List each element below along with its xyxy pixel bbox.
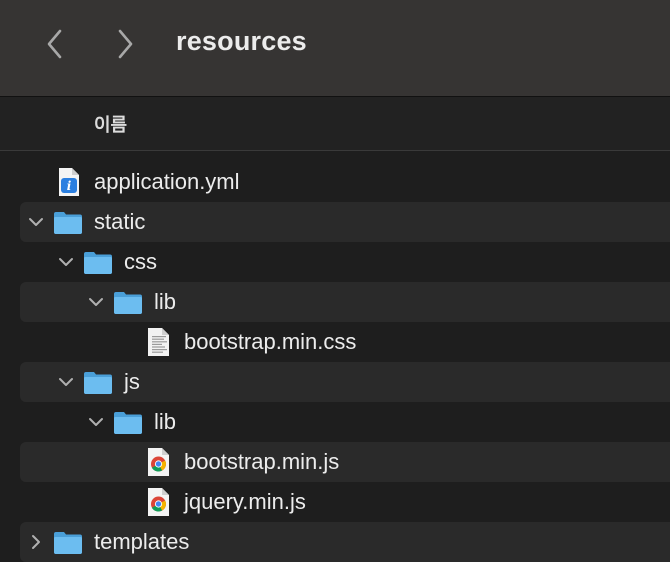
chevron-right-icon[interactable] [26, 532, 46, 552]
chevron-down-icon[interactable] [86, 412, 106, 432]
folder-icon [112, 286, 144, 318]
item-label: css [124, 249, 157, 274]
file-row[interactable]: bootstrap.min.css [20, 322, 670, 362]
name-column-header[interactable]: 이름 [94, 111, 127, 137]
item-label: jquery.min.js [184, 489, 306, 514]
item-label: bootstrap.min.css [184, 329, 357, 354]
chrome-document-icon [142, 486, 174, 518]
chrome-document-icon [142, 446, 174, 478]
chevron-right-icon [118, 29, 133, 59]
item-label: static [94, 209, 146, 234]
chevron-down-icon[interactable] [26, 212, 46, 232]
list-column-header[interactable]: 이름 [0, 97, 670, 151]
item-label: lib [154, 289, 177, 314]
folder-row[interactable]: templates [20, 522, 670, 562]
chevron-down-icon[interactable] [86, 292, 106, 312]
item-label: bootstrap.min.js [184, 449, 340, 474]
item-label: templates [94, 529, 190, 554]
chevron-down-icon[interactable] [56, 372, 76, 392]
item-label: lib [154, 409, 177, 434]
folder-row[interactable]: lib [20, 282, 670, 322]
yaml-document-icon: i [52, 166, 84, 198]
forward-button[interactable] [110, 26, 140, 62]
back-button[interactable] [40, 26, 70, 62]
css-document-icon [142, 326, 174, 358]
folder-icon [82, 246, 114, 278]
folder-row[interactable]: lib [20, 402, 670, 442]
folder-icon [112, 406, 144, 438]
folder-icon [82, 366, 114, 398]
toolbar: resources [0, 0, 670, 97]
file-list: i application.yml static css lib bootstrap.mi… [0, 162, 670, 562]
file-row[interactable]: bootstrap.min.js [20, 442, 670, 482]
folder-row[interactable]: css [20, 242, 670, 282]
finder-window: resources 이름 i application.yml static css li… [0, 0, 670, 562]
file-row[interactable]: i application.yml [20, 162, 670, 202]
svg-text:i: i [67, 179, 72, 193]
folder-row[interactable]: static [20, 202, 670, 242]
item-label: application.yml [94, 169, 240, 194]
chevron-down-icon[interactable] [56, 252, 76, 272]
folder-row[interactable]: js [20, 362, 670, 402]
folder-icon [52, 526, 84, 558]
item-label: js [124, 369, 140, 394]
window-title: resources [176, 26, 307, 56]
chevron-left-icon [47, 29, 62, 59]
file-row[interactable]: jquery.min.js [20, 482, 670, 522]
folder-icon [52, 206, 84, 238]
